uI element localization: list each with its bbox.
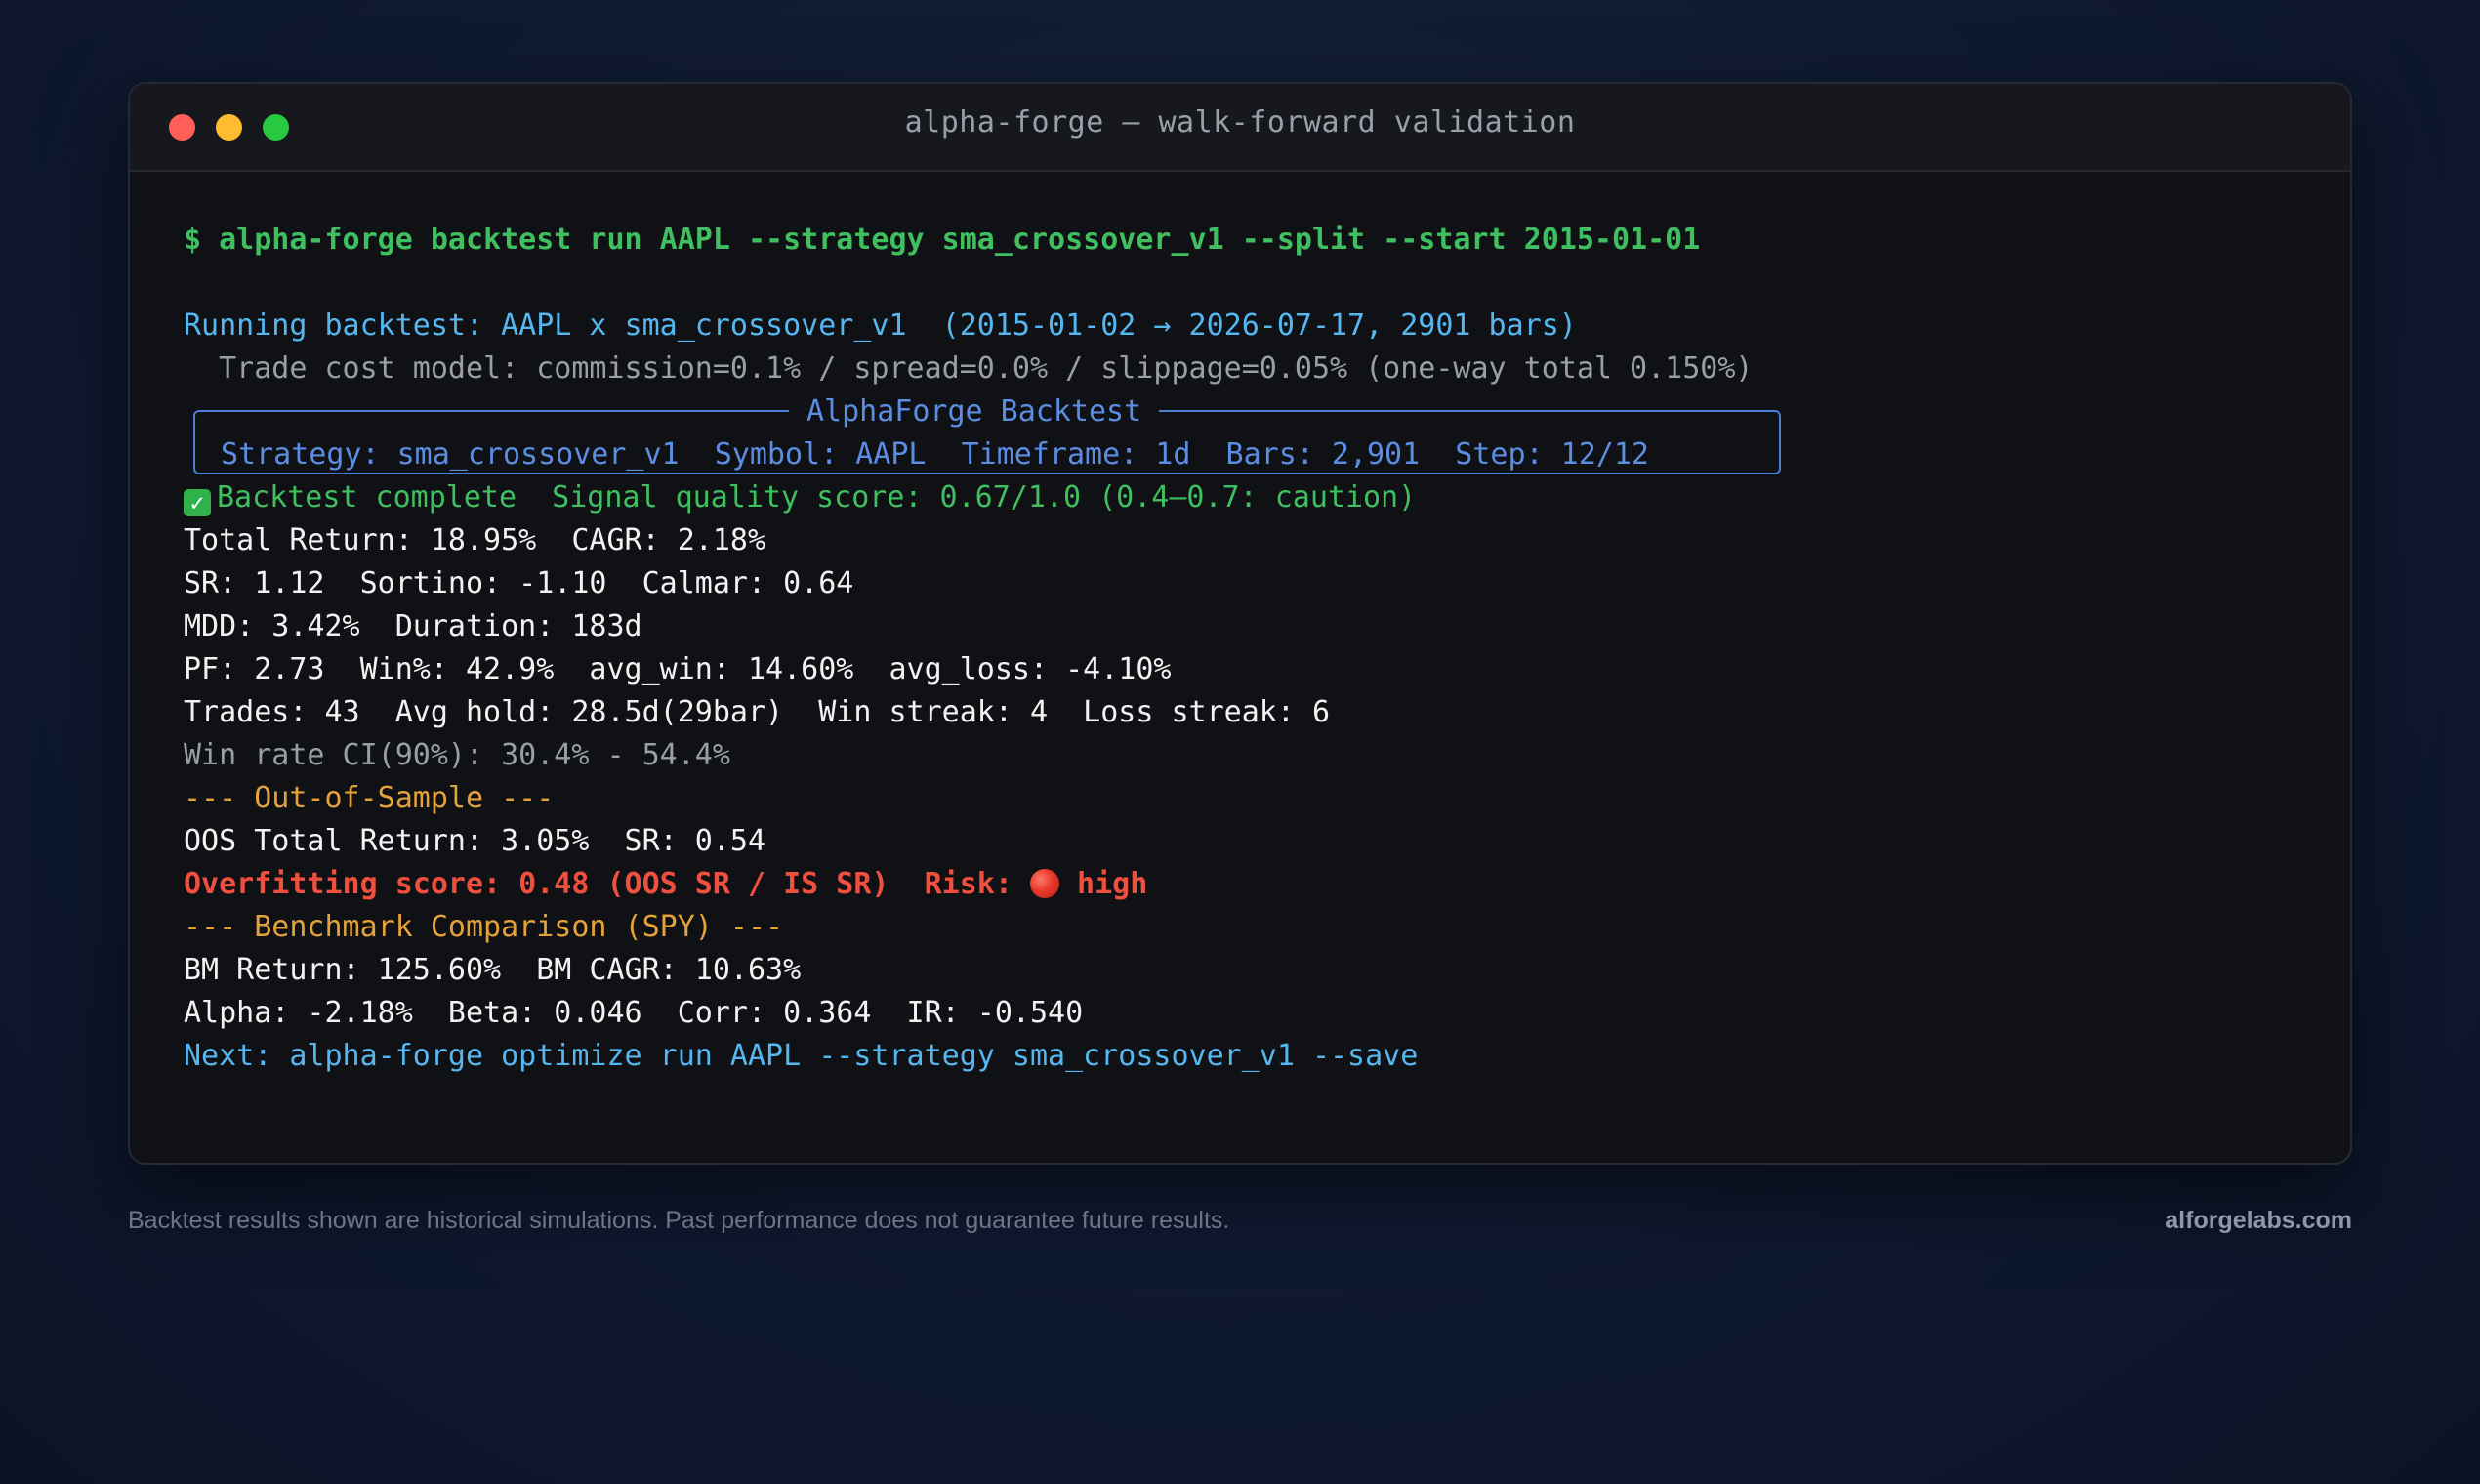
metric-line: SR: 1.12 Sortino: -1.10 Calmar: 0.64 <box>184 566 854 600</box>
panel-content: Strategy: sma_crossover_v1 Symbol: AAPL … <box>221 437 1649 472</box>
benchmark-line: BM Return: 125.60% BM CAGR: 10.63% <box>184 953 802 987</box>
brand-link[interactable]: alforgelabs.com <box>2165 1207 2352 1235</box>
benchmark-line: Alpha: -2.18% Beta: 0.046 Corr: 0.364 IR… <box>184 996 1084 1030</box>
window-title: alpha-forge — walk-forward validation <box>904 105 1576 140</box>
oos-line: OOS Total Return: 3.05% SR: 0.54 <box>184 824 766 858</box>
risk-level: high <box>1058 867 1148 901</box>
metric-line: PF: 2.73 Win%: 42.9% avg_win: 14.60% avg… <box>184 652 1172 686</box>
terminal-window: alpha-forge — walk-forward validation $ … <box>128 82 2352 1165</box>
overfit-text: Overfitting score: 0.48 (OOS SR / IS SR)… <box>184 867 1030 901</box>
running-line: Running backtest: AAPL x sma_crossover_v… <box>184 309 1577 343</box>
check-mark-icon: ✓ <box>184 489 211 516</box>
disclaimer: Backtest results shown are historical si… <box>128 1207 1230 1234</box>
backtest-panel: AlphaForge Backtest Strategy: sma_crosso… <box>193 391 1781 476</box>
command-line: $ alpha-forge backtest run AAPL --strate… <box>184 223 1701 257</box>
benchmark-header: --- Benchmark Comparison (SPY) --- <box>184 910 784 944</box>
overfit-line: Overfitting score: 0.48 (OOS SR / IS SR)… <box>184 863 2311 906</box>
terminal-output[interactable]: $ alpha-forge backtest run AAPL --strate… <box>184 219 2311 1078</box>
oos-header: --- Out-of-Sample --- <box>184 781 555 815</box>
cost-model-line: Trade cost model: commission=0.1% / spre… <box>184 351 1754 386</box>
winrate-ci-line: Win rate CI(90%): 30.4% - 54.4% <box>184 738 730 772</box>
panel-title: AlphaForge Backtest <box>789 391 1160 433</box>
metric-line: Total Return: 18.95% CAGR: 2.18% <box>184 523 766 557</box>
red-circle-icon <box>1029 869 1059 898</box>
complete-text: Backtest complete Signal quality score: … <box>217 480 1417 515</box>
next-command-line: Next: alpha-forge optimize run AAPL --st… <box>184 1039 1419 1073</box>
complete-line: ✓ Backtest complete Signal quality score:… <box>184 476 2311 519</box>
metric-line: MDD: 3.42% Duration: 183d <box>184 609 642 643</box>
metric-line: Trades: 43 Avg hold: 28.5d(29bar) Win st… <box>184 695 1330 729</box>
title-bar: alpha-forge — walk-forward validation <box>130 84 2350 172</box>
